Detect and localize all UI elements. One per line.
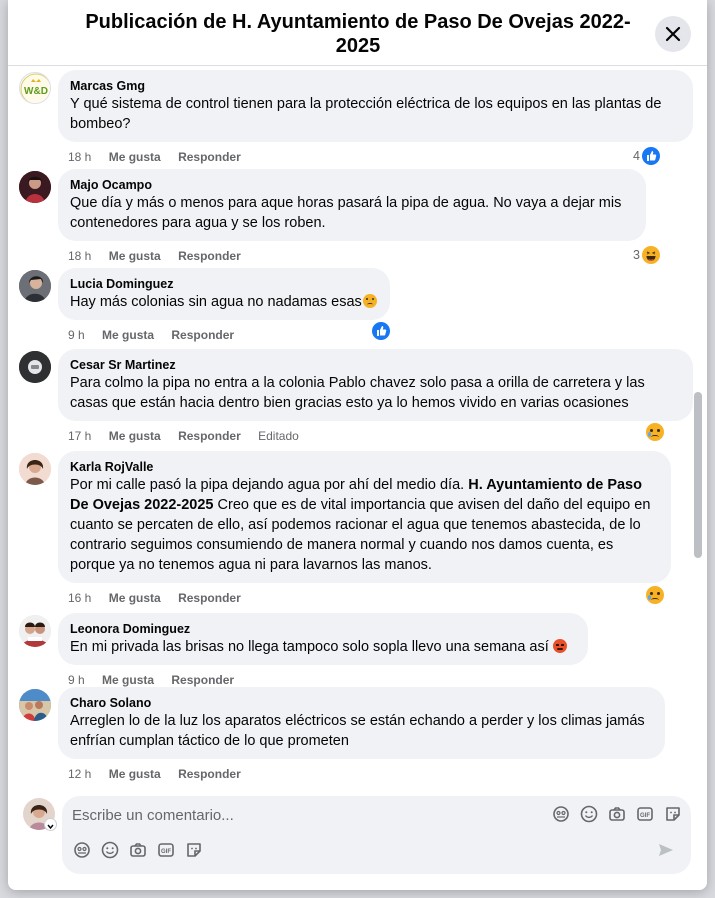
like-link[interactable]: Me gusta — [102, 328, 154, 342]
comment-actions: 18 h Me gusta Responder — [68, 149, 255, 165]
comment-bubble: Charo Solano Arreglen lo de la luz los a… — [58, 687, 665, 759]
comment-text: Para colmo la pipa no entra a la colonia… — [70, 375, 645, 411]
reaction-summary[interactable] — [644, 586, 664, 604]
avatar[interactable] — [19, 270, 51, 302]
close-button[interactable] — [655, 16, 691, 52]
comment-author[interactable]: Cesar Sr Martinez — [70, 357, 681, 373]
comment-actions: 9 h Me gusta Responder — [68, 327, 248, 343]
angry-emoji-icon — [552, 639, 567, 653]
sticker-icon[interactable] — [663, 804, 683, 824]
comment-time[interactable]: 18 h — [68, 150, 91, 164]
comment-text: Hay más colonias sin agua no nadamas esa… — [70, 294, 362, 310]
comment-author[interactable]: Lucia Dominguez — [70, 276, 378, 292]
svg-text:GIF: GIF — [640, 813, 650, 819]
emoji-icon[interactable] — [579, 804, 599, 824]
comment-actions: 18 h Me gusta Responder — [68, 248, 255, 264]
comment-bubble: Majo Ocampo Que día y más o menos para a… — [58, 169, 646, 241]
reaction-count: 3 — [633, 248, 640, 262]
comment-author[interactable]: Majo Ocampo — [70, 177, 634, 193]
like-reaction-icon — [641, 147, 660, 165]
comment-text: Por mi calle pasó la pipa dejando agua p… — [70, 477, 469, 493]
avatar-sticker-icon[interactable] — [72, 840, 92, 860]
send-icon[interactable] — [656, 840, 676, 860]
emoji-icon[interactable] — [100, 840, 120, 860]
comment-text-wrap: Por mi calle pasó la pipa dejando agua p… — [70, 475, 659, 575]
comment-actions: 17 h Me gusta Responder Editado — [68, 428, 313, 444]
comment-time[interactable]: 9 h — [68, 673, 85, 687]
comment-actions: 12 h Me gusta Responder — [68, 766, 255, 782]
gif-icon[interactable]: GIF — [635, 804, 655, 824]
edited-label: Editado — [258, 429, 299, 443]
comment-text: Que día y más o menos para aque horas pa… — [70, 195, 622, 231]
modal-header: Publicación de H. Ayuntamiento de Paso D… — [8, 0, 707, 66]
comment-bubble: Marcas Gmg Y qué sistema de control tien… — [58, 70, 693, 142]
comment-time[interactable]: 9 h — [68, 328, 85, 342]
reaction-summary[interactable] — [644, 423, 664, 441]
haha-reaction-icon — [641, 246, 660, 264]
reaction-summary[interactable] — [370, 322, 390, 340]
comment-bubble: Lucia Dominguez Hay más colonias sin agu… — [58, 268, 390, 320]
comment-time[interactable]: 18 h — [68, 249, 91, 263]
avatar-sticker-icon[interactable] — [551, 804, 571, 824]
like-reaction-icon — [372, 322, 390, 340]
avatar[interactable] — [19, 171, 51, 203]
sad-reaction-icon — [646, 423, 664, 441]
comments-list[interactable]: W&D Marcas Gmg Y qué sistema de control … — [8, 66, 707, 782]
like-link[interactable]: Me gusta — [109, 150, 161, 164]
comment-author[interactable]: Charo Solano — [70, 695, 653, 711]
reply-link[interactable]: Responder — [178, 767, 241, 781]
comment-composer: GIF GIF — [8, 782, 707, 890]
like-link[interactable]: Me gusta — [102, 673, 154, 687]
comment-author[interactable]: Karla RojValle — [70, 459, 659, 475]
comment-actions: 16 h Me gusta Responder — [68, 590, 255, 606]
like-link[interactable]: Me gusta — [109, 429, 161, 443]
reply-link[interactable]: Responder — [171, 328, 234, 342]
reaction-count: 4 — [633, 149, 640, 163]
sticker-icon[interactable] — [184, 840, 204, 860]
avatar[interactable]: W&D — [19, 72, 51, 104]
like-link[interactable]: Me gusta — [109, 591, 161, 605]
comment-bubble: Karla RojValle Por mi calle pasó la pipa… — [58, 451, 671, 583]
modal-title: Publicación de H. Ayuntamiento de Paso D… — [85, 11, 631, 57]
comment-author[interactable]: Leonora Dominguez — [70, 621, 576, 637]
avatar[interactable] — [19, 615, 51, 647]
reply-link[interactable]: Responder — [178, 429, 241, 443]
post-modal: Publicación de H. Ayuntamiento de Paso D… — [8, 0, 707, 890]
avatar[interactable] — [19, 351, 51, 383]
reaction-summary[interactable]: 3 — [633, 246, 660, 264]
avatar[interactable] — [19, 689, 51, 721]
close-icon — [665, 26, 681, 42]
comment-time[interactable]: 16 h — [68, 591, 91, 605]
chevron-down-icon[interactable] — [44, 818, 57, 831]
comment-time[interactable]: 17 h — [68, 429, 91, 443]
reply-link[interactable]: Responder — [171, 673, 234, 687]
comment-time[interactable]: 12 h — [68, 767, 91, 781]
comment-input[interactable] — [72, 804, 542, 826]
reply-link[interactable]: Responder — [178, 249, 241, 263]
comment-input-box: GIF GIF — [62, 796, 691, 874]
svg-text:GIF: GIF — [161, 849, 171, 855]
reply-link[interactable]: Responder — [178, 591, 241, 605]
like-link[interactable]: Me gusta — [109, 767, 161, 781]
comment-bubble: Cesar Sr Martinez Para colmo la pipa no … — [58, 349, 693, 421]
sad-reaction-icon — [646, 586, 664, 604]
sad-emoji-icon — [362, 294, 377, 308]
comment-text: Arreglen lo de la luz los aparatos eléct… — [70, 713, 645, 749]
gif-icon[interactable]: GIF — [156, 840, 176, 860]
like-link[interactable]: Me gusta — [109, 249, 161, 263]
reaction-summary[interactable]: 4 — [633, 147, 660, 165]
svg-text:W&D: W&D — [24, 86, 48, 97]
comment-actions: 9 h Me gusta Responder — [68, 672, 248, 688]
comment-text-wrap: Hay más colonias sin agua no nadamas esa… — [70, 292, 378, 312]
comment-text: En mi privada las brisas no llega tampoc… — [70, 639, 549, 655]
camera-icon[interactable] — [128, 840, 148, 860]
avatar[interactable] — [19, 453, 51, 485]
comment-author[interactable]: Marcas Gmg — [70, 78, 681, 94]
comment-text: Y qué sistema de control tienen para la … — [70, 96, 662, 132]
camera-icon[interactable] — [607, 804, 627, 824]
reply-link[interactable]: Responder — [178, 150, 241, 164]
comment-bubble: Leonora Dominguez En mi privada las bris… — [58, 613, 588, 665]
comment-text-wrap: En mi privada las brisas no llega tampoc… — [70, 637, 576, 657]
scrollbar-thumb[interactable] — [694, 392, 702, 558]
